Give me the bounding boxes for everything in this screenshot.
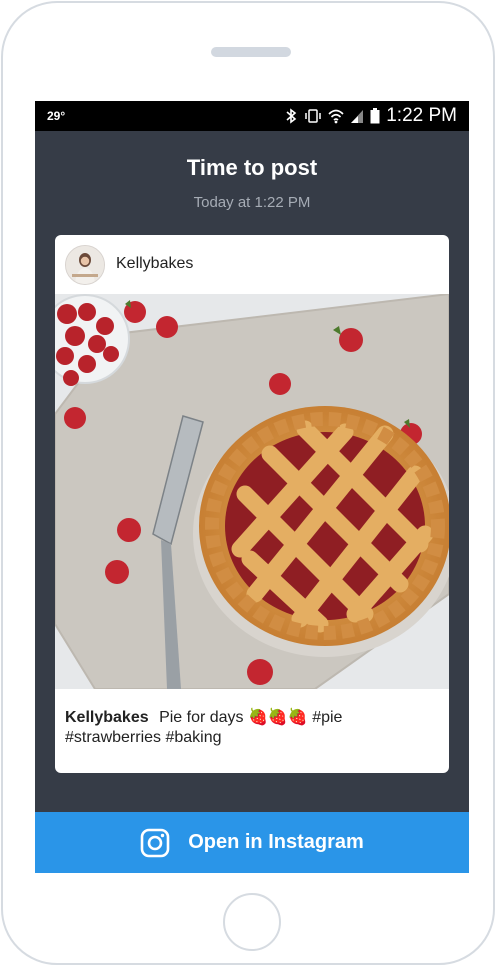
avatar [65, 245, 105, 285]
page-title: Time to post [186, 155, 318, 180]
battery-icon [370, 108, 380, 124]
post-card: Kellybakes Kellybakes Pie for days 🍓🍓🍓 #… [55, 235, 449, 773]
status-bar: 29° 1:22 PM [35, 101, 469, 131]
home-button[interactable] [223, 893, 281, 951]
status-time: 1:22 PM [386, 105, 457, 126]
post-header: Kellybakes [55, 235, 449, 293]
post-photo [55, 294, 449, 689]
status-right: 1:22 PM [284, 105, 457, 127]
phone-speaker [211, 47, 291, 57]
screen: 29° 1:22 PM Time to post Today at 1:22 P… [35, 101, 469, 873]
caption-username[interactable]: Kellybakes [65, 709, 149, 726]
open-in-instagram-button[interactable]: Open in Instagram [35, 812, 469, 873]
phone-frame: 29° 1:22 PM Time to post Today at 1:22 P… [1, 1, 495, 965]
open-in-instagram-label: Open in Instagram [188, 831, 364, 853]
instagram-icon [140, 828, 170, 857]
wifi-icon [328, 109, 344, 124]
signal-icon [351, 110, 364, 123]
vibrate-icon [305, 109, 321, 123]
post-time: Today at 1:22 PM [193, 194, 311, 211]
bluetooth-icon [286, 108, 297, 124]
avatar-image [66, 246, 104, 284]
post-caption: Kellybakes Pie for days 🍓🍓🍓 #pie #strawb… [65, 708, 439, 748]
status-temperature: 29° [47, 109, 66, 123]
post-username[interactable]: Kellybakes [116, 255, 193, 273]
